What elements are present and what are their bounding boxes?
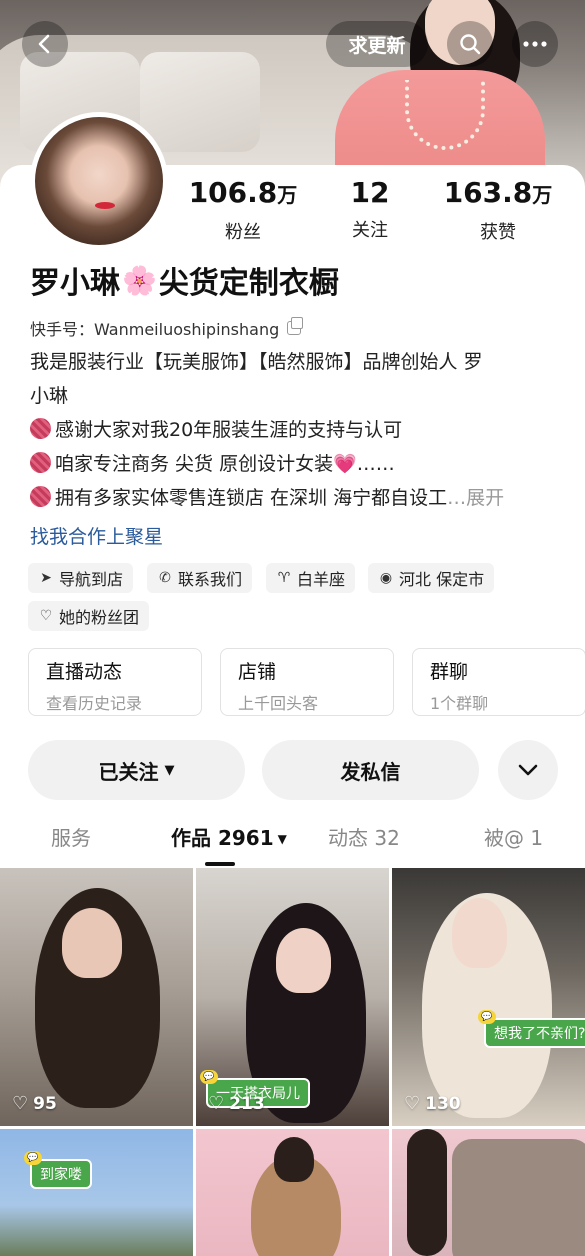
content-tabs: 服务 作品 2961 ▼ 动态 32 被@ 1 bbox=[0, 818, 585, 868]
profile-entries: 直播动态 查看历史记录 店铺 上千回头客 群聊 1个群聊 bbox=[28, 648, 585, 716]
more-button[interactable] bbox=[512, 21, 558, 67]
like-count: ♡ 213 bbox=[208, 1093, 265, 1114]
more-dots-icon bbox=[523, 41, 547, 47]
kuaishou-id-text: 快手号：Wanmeiluoshipinshang bbox=[30, 320, 280, 339]
bio-expand-link[interactable]: 展开 bbox=[466, 487, 504, 509]
entry-shop[interactable]: 店铺 上千回头客 bbox=[220, 648, 394, 716]
stat-likes-label: 获赞 bbox=[480, 222, 516, 243]
bio-line: 我是服装行业【玩美服饰】【皓然服饰】品牌创始人 罗 bbox=[30, 351, 483, 373]
yarn-icon bbox=[30, 452, 51, 473]
bio-line: 拥有多家实体零售连锁店 在深圳 海宁都自设工…展开 bbox=[30, 481, 555, 515]
tab-moments[interactable]: 动态 32 bbox=[328, 822, 400, 851]
entry-subtitle: 1个群聊 bbox=[430, 694, 489, 713]
location-icon: ◉ bbox=[379, 570, 393, 586]
tag-navigate[interactable]: ➤ 导航到店 bbox=[28, 563, 134, 593]
search-button[interactable] bbox=[447, 21, 493, 67]
heart-icon: ♡ bbox=[12, 1093, 29, 1114]
kuaishou-id: 快手号：Wanmeiluoshipinshang bbox=[30, 316, 304, 340]
stat-following-label: 关注 bbox=[352, 220, 388, 241]
zodiac-icon: ♈ bbox=[277, 570, 291, 586]
works-grid: ♡ 95 💬 一天搭衣局儿 ♡ 213 💬 想我了不亲们? ♡ 130 💬 到家喽 bbox=[0, 868, 585, 1256]
tag-zodiac[interactable]: ♈ 白羊座 bbox=[266, 563, 356, 593]
chevron-left-icon bbox=[38, 34, 50, 54]
entry-title: 直播动态 bbox=[46, 661, 123, 683]
caret-down-icon: ▼ bbox=[277, 832, 287, 846]
banner-cushion bbox=[140, 52, 260, 152]
navigation-icon: ➤ bbox=[40, 570, 52, 586]
tag-contact[interactable]: ✆ 联系我们 bbox=[147, 563, 253, 593]
chevron-down-icon bbox=[518, 764, 538, 776]
work-item[interactable]: 💬 到家喽 bbox=[0, 1129, 193, 1256]
profile-bio: 我是服装行业【玩美服饰】【皓然服饰】品牌创始人 罗 小琳 感谢大家对我20年服装… bbox=[30, 345, 555, 515]
work-sticker: 💬 到家喽 bbox=[24, 1151, 92, 1189]
back-button[interactable] bbox=[22, 21, 68, 67]
search-icon bbox=[460, 34, 481, 55]
like-count: ♡ 95 bbox=[12, 1093, 57, 1114]
work-item[interactable]: ♡ 95 bbox=[0, 868, 193, 1126]
phone-icon: ✆ bbox=[159, 570, 171, 586]
expand-recommend-button[interactable] bbox=[498, 740, 558, 800]
stat-likes[interactable]: 163.8万 获赞 bbox=[428, 173, 568, 244]
profile-stats: 106.8万 粉丝 12 关注 163.8万 获赞 bbox=[170, 173, 585, 243]
bio-line: 咱家专注商务 尖货 原创设计女装💗…… bbox=[30, 447, 555, 481]
heart-emoji-icon: 💗 bbox=[333, 453, 357, 475]
followed-button[interactable]: 已关注 ▼ bbox=[28, 740, 245, 800]
like-count: ♡ 130 bbox=[404, 1093, 461, 1114]
flower-icon: 🌸 bbox=[122, 263, 157, 297]
profile-actions: 已关注 ▼ 发私信 bbox=[28, 740, 558, 800]
yarn-icon bbox=[30, 486, 51, 507]
avatar[interactable] bbox=[30, 112, 168, 250]
bio-line: 小琳 bbox=[30, 385, 69, 407]
work-item[interactable] bbox=[196, 1129, 389, 1256]
caret-down-icon: ▼ bbox=[164, 762, 175, 778]
bio-line: 感谢大家对我20年服装生涯的支持与认可 bbox=[30, 413, 555, 447]
stat-fans-label: 粉丝 bbox=[225, 222, 261, 243]
entry-live-history[interactable]: 直播动态 查看历史记录 bbox=[28, 648, 202, 716]
entry-title: 店铺 bbox=[238, 661, 277, 683]
tab-service[interactable]: 服务 bbox=[51, 822, 91, 851]
stat-following[interactable]: 12 关注 bbox=[300, 173, 440, 242]
stat-fans-value: 106.8 bbox=[188, 176, 278, 209]
work-item[interactable]: 💬 一天搭衣局儿 ♡ 213 bbox=[196, 868, 389, 1126]
stat-likes-unit: 万 bbox=[532, 183, 553, 207]
profile-name-part1: 罗小琳 bbox=[30, 266, 120, 301]
tab-works[interactable]: 作品 2961 ▼ bbox=[171, 822, 287, 851]
cooperate-link[interactable]: 找我合作上聚星 bbox=[30, 522, 163, 549]
tag-fan-club[interactable]: ♡ 她的粉丝团 bbox=[28, 601, 150, 631]
entry-subtitle: 查看历史记录 bbox=[46, 694, 143, 713]
entry-subtitle: 上千回头客 bbox=[238, 694, 319, 713]
stat-likes-value: 163.8 bbox=[443, 176, 533, 209]
work-item[interactable] bbox=[392, 1129, 585, 1256]
heart-icon: ♡ bbox=[404, 1093, 421, 1114]
heart-icon: ♡ bbox=[208, 1093, 225, 1114]
work-sticker: 💬 想我了不亲们? bbox=[478, 1010, 585, 1048]
profile-name: 罗小琳 🌸 尖货定制衣橱 bbox=[30, 258, 339, 302]
tab-mentions[interactable]: 被@ 1 bbox=[484, 822, 543, 851]
send-message-button[interactable]: 发私信 bbox=[262, 740, 479, 800]
stat-fans[interactable]: 106.8万 粉丝 bbox=[173, 173, 313, 244]
tab-active-indicator bbox=[205, 862, 235, 866]
yarn-icon bbox=[30, 418, 51, 439]
fan-club-icon: ♡ bbox=[39, 608, 53, 624]
stat-fans-unit: 万 bbox=[277, 183, 298, 207]
work-item[interactable]: 💬 想我了不亲们? ♡ 130 bbox=[392, 868, 585, 1126]
request-update-button[interactable]: 求更新 bbox=[326, 21, 428, 67]
entry-title: 群聊 bbox=[430, 661, 469, 683]
entry-group-chat[interactable]: 群聊 1个群聊 bbox=[412, 648, 585, 716]
stat-following-value: 12 bbox=[350, 176, 390, 209]
profile-name-part2: 尖货定制衣橱 bbox=[158, 266, 339, 301]
tag-location[interactable]: ◉ 河北 保定市 bbox=[368, 563, 495, 593]
copy-icon[interactable] bbox=[287, 317, 304, 335]
